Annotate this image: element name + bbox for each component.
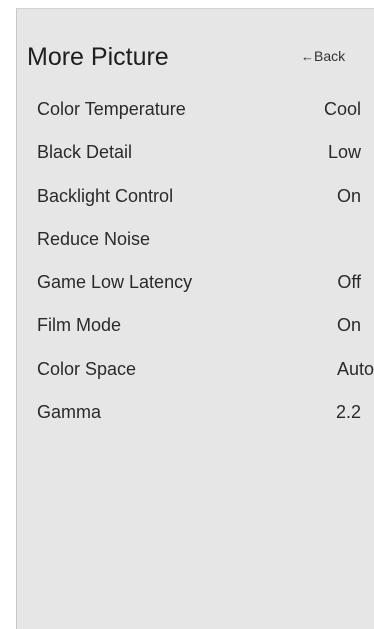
menu-item-backlight-control[interactable]: Backlight Control On — [17, 177, 374, 217]
more-picture-panel: More Picture ←Back Color Temperature Coo… — [16, 8, 374, 629]
menu-item-gamma[interactable]: Gamma 2.2 — [17, 393, 374, 433]
menu-item-color-space[interactable]: Color Space Auto — [17, 350, 374, 390]
back-button[interactable]: ←Back — [301, 47, 345, 66]
menu-item-value: Off — [337, 272, 361, 292]
menu-item-label: Film Mode — [37, 315, 122, 335]
menu-item-label: Color Temperature — [37, 99, 186, 119]
menu-item-label: Game Low Latency — [37, 272, 193, 292]
menu-item-label: Gamma — [37, 402, 102, 422]
menu-item-label: Color Space — [37, 359, 137, 379]
back-label: Back — [314, 48, 346, 64]
menu-item-value: On — [336, 186, 361, 206]
menu-item-reduce-noise[interactable]: Reduce Noise — [17, 220, 374, 260]
menu-item-label: Black Detail — [37, 142, 133, 162]
menu-item-label: Reduce Noise — [37, 229, 151, 249]
menu-item-game-low-latency[interactable]: Game Low Latency Off — [17, 263, 374, 303]
back-arrow-icon: ← — [301, 49, 314, 64]
menu-item-label: Backlight Control — [37, 186, 174, 206]
menu-item-film-mode[interactable]: Film Mode On — [17, 306, 374, 346]
menu-item-value: Auto — [336, 359, 374, 379]
menu-item-value: Low — [327, 142, 361, 162]
page-title: More Picture — [27, 43, 169, 71]
menu-item-black-detail[interactable]: Black Detail Low — [17, 133, 374, 173]
menu-item-value: Cool — [323, 99, 361, 119]
menu-item-color-temperature[interactable]: Color Temperature Cool — [17, 90, 374, 130]
menu-item-value: On — [336, 315, 361, 335]
menu-item-value: 2.2 — [335, 402, 361, 422]
